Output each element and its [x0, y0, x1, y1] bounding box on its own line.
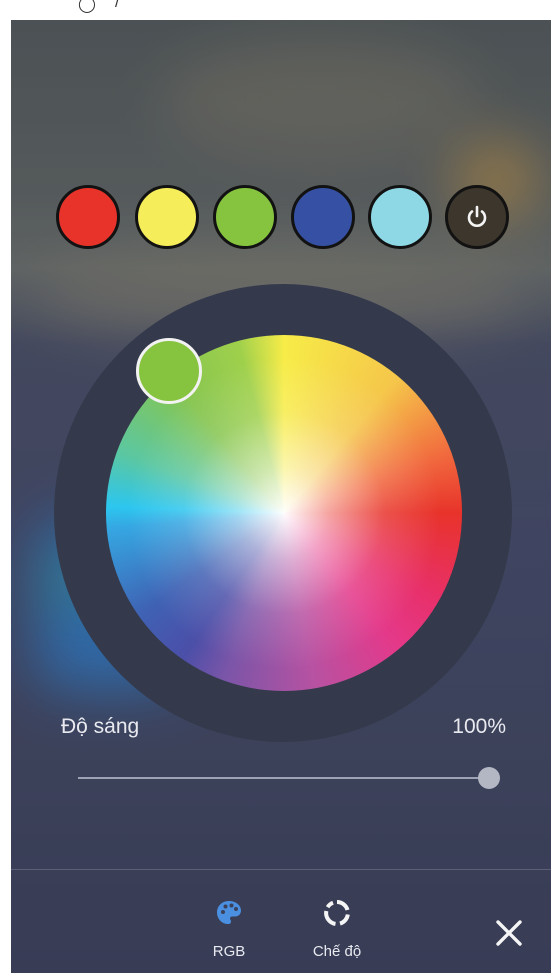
tab-mode-label: Chế độ	[312, 943, 362, 960]
status-bar: ◯ /	[0, 0, 551, 20]
power-icon	[467, 205, 487, 227]
color-picker-handle[interactable]	[136, 338, 202, 404]
mode-ring-icon	[324, 900, 350, 926]
tab-rgb-label: RGB	[212, 943, 246, 960]
tab-mode[interactable]: Chế độ	[297, 898, 377, 960]
brightness-label: Độ sáng	[61, 715, 140, 738]
bottom-nav-divider	[11, 869, 551, 870]
preset-yellow[interactable]	[135, 185, 199, 249]
close-button[interactable]	[489, 913, 529, 953]
close-icon	[496, 920, 522, 946]
status-icon: ◯	[78, 0, 96, 13]
tab-rgb[interactable]: RGB	[189, 898, 269, 960]
screen: ◯ / Độ sáng 100% RGB Chế độ	[0, 0, 551, 973]
brightness-value: 100%	[452, 715, 506, 738]
color-panel: Độ sáng 100% RGB Chế độ	[11, 20, 551, 973]
status-icon: /	[115, 0, 120, 11]
brightness-slider[interactable]	[78, 777, 492, 779]
brightness-slider-thumb[interactable]	[478, 767, 500, 789]
preset-red[interactable]	[56, 185, 120, 249]
power-button[interactable]	[445, 185, 509, 249]
preset-cyan[interactable]	[368, 185, 432, 249]
preset-green[interactable]	[213, 185, 277, 249]
preset-blue[interactable]	[291, 185, 355, 249]
palette-icon	[217, 901, 241, 924]
